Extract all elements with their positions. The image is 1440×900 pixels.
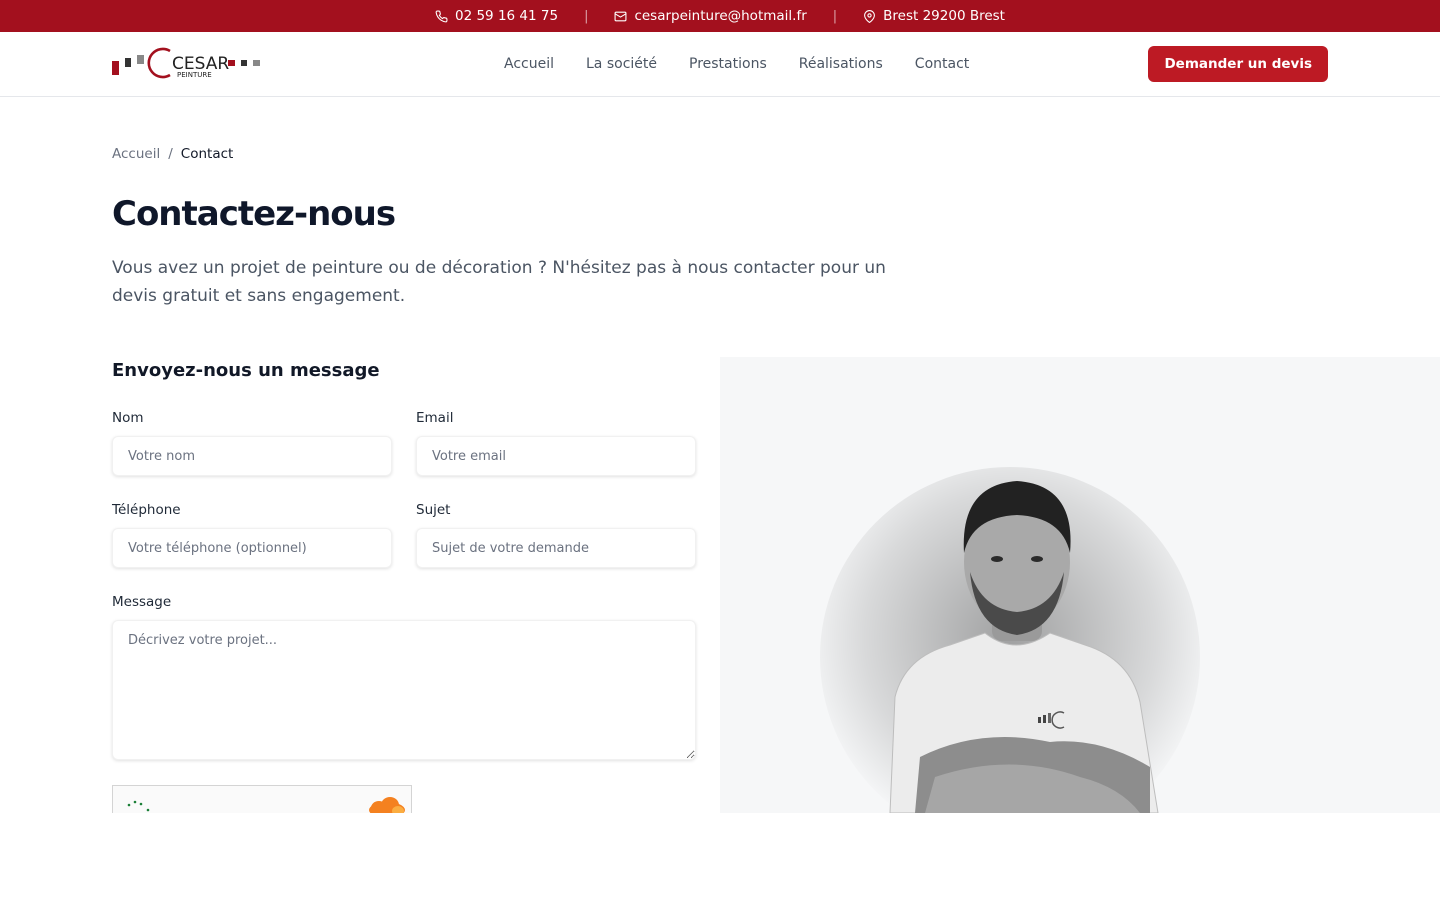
captcha-widget[interactable] — [112, 785, 412, 813]
nav-item-accueil[interactable]: Accueil — [504, 56, 554, 72]
topbar-phone-text: 02 59 16 41 75 — [455, 8, 559, 24]
site-header: CESAR PEINTURE Accueil La société Presta… — [0, 32, 1440, 97]
portrait-panel — [720, 357, 1440, 813]
topbar-email[interactable]: cesarpeinture@hotmail.fr — [614, 8, 807, 24]
name-label: Nom — [112, 410, 144, 426]
phone-icon — [435, 10, 448, 22]
phone-label: Téléphone — [112, 502, 181, 518]
map-pin-icon — [864, 9, 876, 23]
breadcrumb: Accueil / Contact — [112, 146, 233, 162]
nav-item-realisations[interactable]: Réalisations — [799, 56, 883, 72]
name-input[interactable] — [112, 436, 392, 476]
nav-item-la-societe[interactable]: La société — [586, 56, 657, 72]
subject-input[interactable] — [416, 528, 696, 568]
nav-item-prestations[interactable]: Prestations — [689, 56, 767, 72]
message-textarea[interactable] — [112, 620, 696, 760]
topbar-separator: | — [832, 8, 838, 24]
site-logo[interactable]: CESAR PEINTURE — [112, 44, 262, 84]
form-title: Envoyez-nous un message — [112, 360, 380, 381]
topbar-email-text: cesarpeinture@hotmail.fr — [634, 8, 807, 24]
top-bar: 02 59 16 41 75 | cesarpeinture@hotmail.f… — [0, 0, 1440, 32]
captcha-graphic — [127, 797, 405, 813]
portrait-image — [820, 467, 1200, 813]
request-quote-button[interactable]: Demander un devis — [1148, 46, 1328, 82]
nav-item-contact[interactable]: Contact — [915, 56, 969, 72]
topbar-phone[interactable]: 02 59 16 41 75 — [435, 8, 558, 24]
cesar-logo: CESAR PEINTURE — [112, 47, 260, 79]
breadcrumb-separator: / — [168, 146, 173, 162]
email-input[interactable] — [416, 436, 696, 476]
cloudflare-icon — [369, 797, 405, 813]
phone-input[interactable] — [112, 528, 392, 568]
page-intro: Vous avez un projet de peinture ou de dé… — [112, 258, 886, 306]
email-label: Email — [416, 410, 454, 426]
logo-subtext: PEINTURE — [177, 71, 212, 79]
mail-icon — [614, 11, 627, 21]
page-title: Contactez-nous — [112, 194, 396, 234]
main-nav: Accueil La société Prestations Réalisati… — [504, 32, 969, 96]
topbar-address: Brest 29200 Brest — [863, 8, 1005, 24]
message-label: Message — [112, 594, 172, 610]
topbar-separator: | — [584, 8, 589, 24]
topbar-address-text: Brest 29200 Brest — [883, 8, 1005, 24]
subject-label: Sujet — [416, 502, 451, 518]
breadcrumb-home[interactable]: Accueil — [112, 146, 160, 162]
breadcrumb-current: Contact — [180, 146, 234, 162]
